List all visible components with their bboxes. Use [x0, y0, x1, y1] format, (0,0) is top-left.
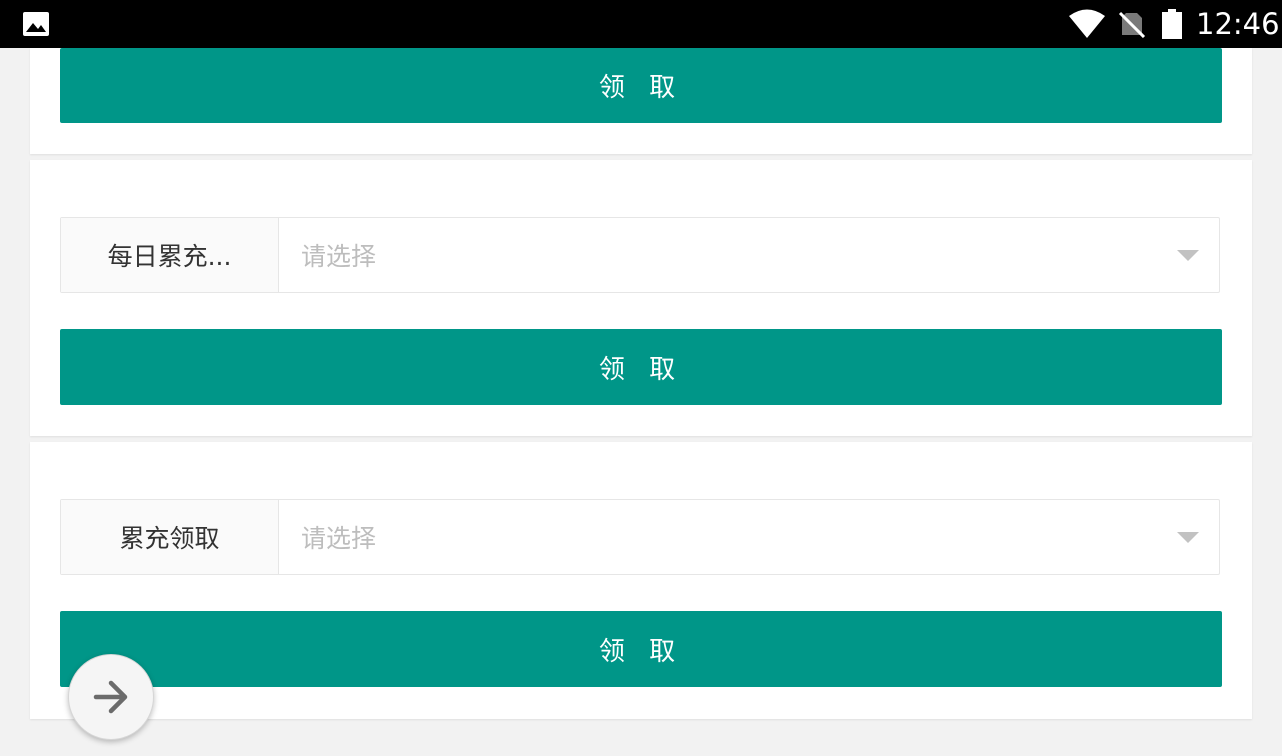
- select-placeholder: 请选择: [301, 242, 377, 271]
- status-bar: 12:46: [0, 0, 1282, 48]
- caret-down-icon: [1177, 250, 1199, 261]
- wifi-icon: [1069, 9, 1105, 38]
- forward-fab-button[interactable]: [68, 654, 154, 740]
- reward-card-1: 领 取: [30, 48, 1252, 154]
- caret-down-icon: [1177, 532, 1199, 543]
- arrow-right-icon: [93, 680, 128, 714]
- select-label-daily: 每日累充...: [61, 218, 279, 292]
- select-placeholder: 请选择: [301, 524, 377, 553]
- claim-button-2[interactable]: 领 取: [60, 329, 1222, 405]
- reward-card-2: 每日累充... 请选择 领 取: [30, 160, 1252, 436]
- no-sim-icon: [1118, 11, 1146, 38]
- select-dropdown-daily[interactable]: 请选择: [279, 218, 1219, 292]
- select-row-cumulative: 累充领取 请选择: [60, 499, 1220, 575]
- select-dropdown-cumulative[interactable]: 请选择: [279, 500, 1219, 574]
- select-label-cumulative: 累充领取: [61, 500, 279, 574]
- claim-button-1[interactable]: 领 取: [60, 48, 1222, 123]
- select-row-daily: 每日累充... 请选择: [60, 217, 1220, 293]
- status-time: 12:46: [1196, 7, 1280, 41]
- reward-card-3: 累充领取 请选择 领 取: [30, 442, 1252, 719]
- claim-button-3[interactable]: 领 取: [60, 611, 1222, 687]
- battery-icon: [1162, 9, 1182, 39]
- image-icon: [23, 12, 49, 36]
